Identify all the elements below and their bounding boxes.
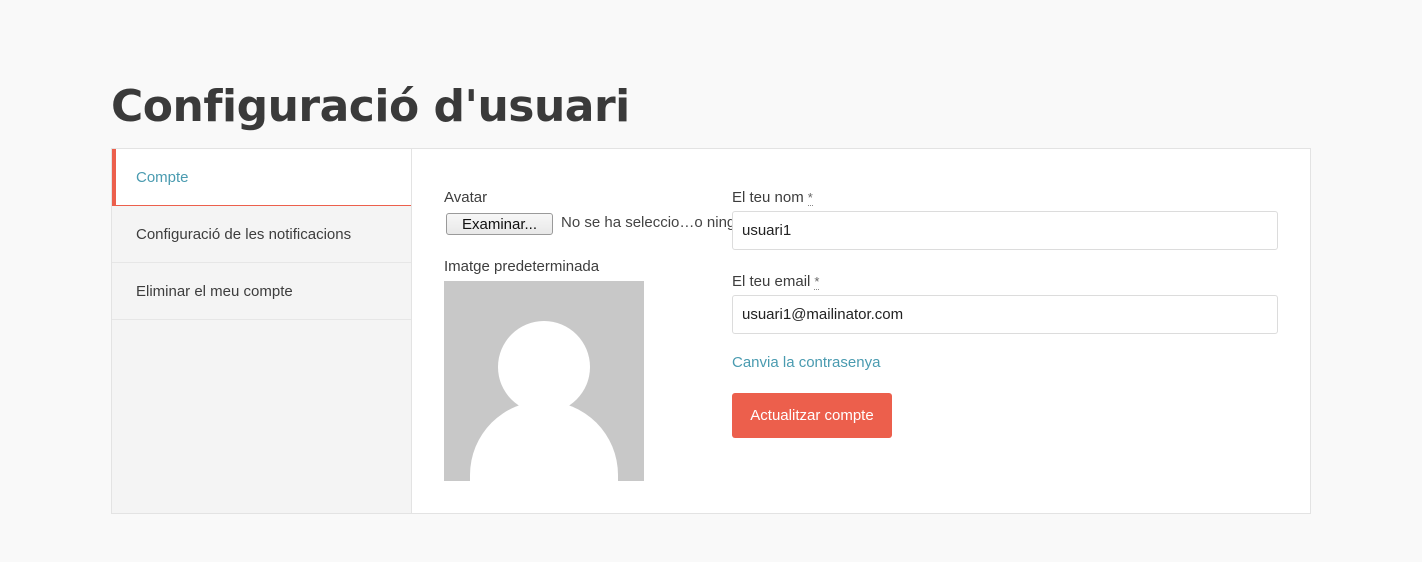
default-avatar-icon <box>444 281 644 481</box>
account-form: Avatar Examinar... No se ha seleccio…o n… <box>412 149 1310 513</box>
settings-panel: Compte Configuració de les notificacions… <box>111 148 1311 514</box>
default-image-label: Imatge predeterminada <box>444 258 600 275</box>
name-label: El teu nom * <box>732 189 813 206</box>
avatar-head-shape <box>498 321 590 413</box>
sidebar-item-notifications[interactable]: Configuració de les notificacions <box>112 206 411 263</box>
sidebar-item-account[interactable]: Compte <box>112 149 411 206</box>
email-label: El teu email * <box>732 273 820 290</box>
name-input[interactable] <box>732 211 1278 250</box>
avatar-body-shape <box>470 401 618 481</box>
browse-file-button[interactable]: Examinar... <box>446 213 553 235</box>
email-input[interactable] <box>732 295 1278 334</box>
avatar-label: Avatar <box>444 189 488 206</box>
update-account-button[interactable]: Actualitzar compte <box>732 393 892 438</box>
email-label-text: El teu email <box>732 273 811 290</box>
required-marker: * <box>814 274 820 290</box>
change-password-link[interactable]: Canvia la contrasenya <box>732 354 880 371</box>
page-title: Configuració d'usuari <box>111 81 630 132</box>
file-status-text: No se ha seleccio…o ning <box>561 214 732 231</box>
user-settings-page: Configuració d'usuari Compte Configuraci… <box>0 0 1422 562</box>
sidebar-item-delete-account[interactable]: Eliminar el meu compte <box>112 263 411 320</box>
required-marker: * <box>807 190 813 206</box>
settings-sidebar: Compte Configuració de les notificacions… <box>112 149 412 513</box>
name-label-text: El teu nom <box>732 189 804 206</box>
